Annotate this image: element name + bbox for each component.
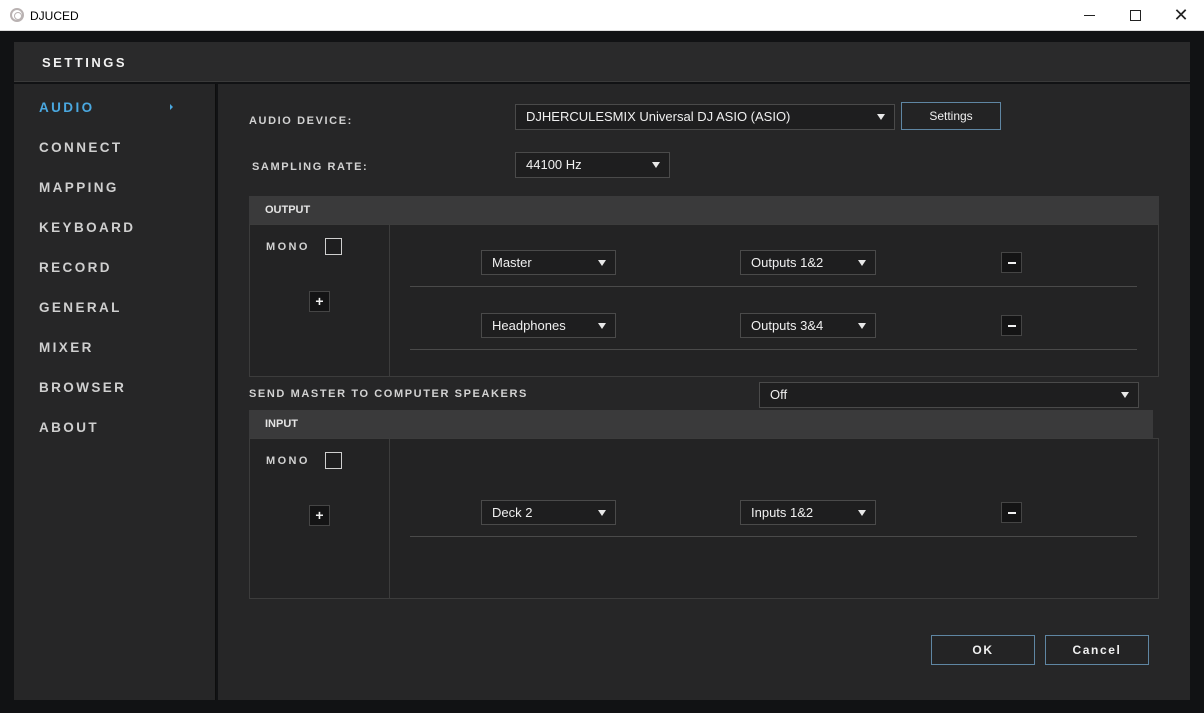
settings-header: SETTINGS [14,42,1190,82]
chevron-down-icon [858,260,866,266]
send-master-label: SEND MASTER TO COMPUTER SPEAKERS [249,388,528,400]
remove-output-row-2-button[interactable] [1001,315,1022,336]
output-row-2-source-select[interactable]: Headphones [481,313,616,338]
minus-icon [1008,512,1016,514]
djuced-logo-icon [10,8,24,22]
minus-icon [1008,262,1016,264]
input-row-1-target-value: Inputs 1&2 [751,505,814,520]
sidebar-item-label: MAPPING [39,180,119,195]
sampling-rate-value: 44100 Hz [526,157,582,172]
audio-device-select[interactable]: DJHERCULESMIX Universal DJ ASIO (ASIO) [515,104,895,130]
sidebar-item-connect[interactable]: CONNECT [39,140,123,155]
sidebar-item-label: BROWSER [39,380,127,395]
sampling-rate-label: SAMPLING RATE: [252,161,369,173]
chevron-down-icon [877,114,885,120]
sidebar-item-label: RECORD [39,260,112,275]
remove-output-row-1-button[interactable] [1001,252,1022,273]
output-options: MONO + [250,225,390,376]
cancel-button[interactable]: Cancel [1045,635,1149,665]
audio-settings-panel: AUDIO DEVICE: DJHERCULESMIX Universal DJ… [218,84,1190,700]
input-section-header: INPUT [249,410,1153,438]
audio-device-value: DJHERCULESMIX Universal DJ ASIO (ASIO) [526,109,791,124]
add-output-button[interactable]: + [309,291,330,312]
output-row-2-target-value: Outputs 3&4 [751,318,824,333]
maximize-button[interactable] [1112,0,1158,31]
add-input-button[interactable]: + [309,505,330,526]
sidebar-item-label: GENERAL [39,300,122,315]
output-row-1-source-select[interactable]: Master [481,250,616,275]
chevron-down-icon [598,323,606,329]
input-row-1-source-select[interactable]: Deck 2 [481,500,616,525]
ok-button[interactable]: OK [931,635,1035,665]
close-button[interactable]: ✕ [1158,0,1204,31]
sidebar-item-label: CONNECT [39,140,123,155]
input-row-1-source-value: Deck 2 [492,505,533,520]
sidebar-item-audio[interactable]: AUDIO [39,100,95,115]
minimize-button[interactable] [1066,0,1112,31]
sidebar-item-label: MIXER [39,340,94,355]
row-divider [410,536,1137,537]
input-options: MONO + [250,439,390,598]
audio-device-label: AUDIO DEVICE: [249,115,353,127]
output-mono-label: MONO [266,241,310,253]
chevron-down-icon [1121,392,1129,398]
settings-title: SETTINGS [42,55,128,70]
settings-sidebar: AUDIO CONNECT MAPPING KEYBOARD RECORD GE… [14,84,216,700]
send-master-select[interactable]: Off [759,382,1139,408]
chevron-down-icon [652,162,660,168]
sidebar-item-about[interactable]: ABOUT [39,420,99,435]
sidebar-item-general[interactable]: GENERAL [39,300,122,315]
minus-icon [1008,325,1016,327]
sidebar-item-browser[interactable]: BROWSER [39,380,126,395]
sidebar-item-label: AUDIO [39,100,95,115]
audio-device-settings-button[interactable]: Settings [901,102,1001,130]
input-mono-checkbox[interactable] [325,452,342,469]
output-row-1-target-value: Outputs 1&2 [751,255,824,270]
input-row-1-target-select[interactable]: Inputs 1&2 [740,500,876,525]
maximize-icon [1129,10,1141,21]
sidebar-item-keyboard[interactable]: KEYBOARD [39,220,135,235]
output-mono-checkbox[interactable] [325,238,342,255]
window-title: DJUCED [30,9,79,23]
sidebar-item-mixer[interactable]: MIXER [39,340,94,355]
window-titlebar: DJUCED ✕ [0,0,1204,31]
chevron-down-icon [858,323,866,329]
sampling-rate-select[interactable]: 44100 Hz [515,152,670,178]
chevron-down-icon [598,260,606,266]
sidebar-item-mapping[interactable]: MAPPING [39,180,119,195]
chevron-down-icon [598,510,606,516]
input-panel: MONO + Deck 2 Inputs 1&2 [249,438,1159,599]
chevron-down-icon [858,510,866,516]
remove-input-row-1-button[interactable] [1001,502,1022,523]
output-row-1-target-select[interactable]: Outputs 1&2 [740,250,876,275]
sidebar-item-label: KEYBOARD [39,220,136,235]
output-panel: MONO + Master Outputs 1&2 Headphones Out… [249,224,1159,377]
sidebar-item-label: ABOUT [39,420,99,435]
minimize-icon [1083,15,1095,16]
output-row-2-source-value: Headphones [492,318,566,333]
input-mono-label: MONO [266,455,310,467]
output-row-2-target-select[interactable]: Outputs 3&4 [740,313,876,338]
output-section-header: OUTPUT [249,196,1159,224]
output-row-1-source-value: Master [492,255,532,270]
close-icon: ✕ [1173,4,1189,26]
sidebar-item-record[interactable]: RECORD [39,260,112,275]
row-divider [410,349,1137,350]
chevron-right-icon [170,104,173,110]
send-master-value: Off [770,387,788,402]
row-divider [410,286,1137,287]
